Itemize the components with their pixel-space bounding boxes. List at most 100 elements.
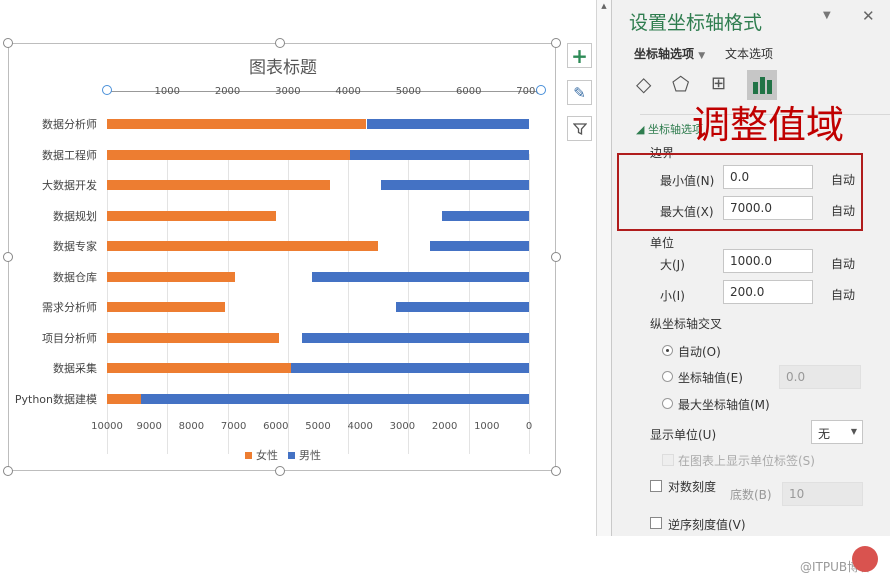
bar-male	[141, 393, 529, 404]
chart-styles-button[interactable]: ✎	[567, 80, 592, 105]
top-axis-tick-label: 5000	[395, 86, 422, 97]
reverse-order-checkbox[interactable]	[650, 517, 662, 529]
major-input[interactable]: 1000.0	[723, 249, 813, 273]
max-label: 最大值(X)	[660, 205, 714, 219]
bar-female	[107, 363, 291, 373]
bar-male	[396, 302, 529, 312]
radio-axis-value-label: 坐标轴值(E)	[678, 371, 743, 385]
bar-female	[107, 119, 367, 129]
scroll-up-icon[interactable]: ▲	[597, 2, 611, 10]
scrollbar[interactable]: ▲	[596, 0, 612, 536]
pane-title: 设置坐标轴格式	[629, 12, 763, 34]
resize-handle[interactable]	[3, 466, 13, 476]
top-axis-tick-label: 6000	[455, 86, 482, 97]
max-auto-button[interactable]: 自动	[831, 202, 855, 219]
legend[interactable]: 女性 男性	[245, 447, 321, 463]
bar-female	[107, 271, 235, 282]
radio-axis-value[interactable]	[662, 371, 673, 382]
legend-label: 男性	[299, 449, 321, 462]
cross-label: 纵坐标轴交叉	[650, 317, 723, 331]
close-icon[interactable]: ✕	[862, 7, 875, 25]
bottom-axis-tick-label: 10000	[91, 421, 123, 432]
axis-handle	[102, 85, 112, 95]
size-properties-icon[interactable]: ⊞	[711, 73, 726, 94]
tab-text-options[interactable]: 文本选项	[725, 45, 773, 62]
bottom-axis-tick-label: 5000	[305, 421, 331, 432]
top-axis-tick-label: 1000	[154, 86, 181, 97]
bottom-axis-tick-label: 6000	[263, 421, 289, 432]
chart-elements-button[interactable]: +	[567, 43, 592, 68]
effects-icon[interactable]: ⬠	[672, 72, 689, 96]
bottom-axis-tick-label: 7000	[220, 421, 247, 432]
minor-auto-button[interactable]: 自动	[831, 286, 855, 303]
resize-handle[interactable]	[275, 466, 285, 476]
gridline	[227, 154, 229, 454]
annotation-text: 调整值域	[692, 103, 845, 147]
radio-auto[interactable]	[662, 345, 673, 356]
base-input[interactable]: 10	[782, 482, 863, 506]
category-label: 数据规划	[53, 209, 97, 223]
resize-handle[interactable]	[3, 252, 13, 262]
category-label: 数据工程师	[42, 148, 97, 162]
resize-handle[interactable]	[551, 466, 561, 476]
resize-handle[interactable]	[275, 38, 285, 48]
fill-line-icon[interactable]: ◇	[636, 72, 651, 96]
display-units-select[interactable]: 无 ▼	[811, 420, 863, 444]
bar-male	[312, 271, 529, 282]
bottom-axis-tick-label: 0	[525, 421, 533, 432]
min-label: 最小值(N)	[660, 174, 715, 188]
reverse-order-label: 逆序刻度值(V)	[668, 518, 746, 532]
min-auto-button[interactable]: 自动	[831, 171, 855, 188]
gridline	[287, 154, 289, 454]
bottom-axis-tick-label: 9000	[136, 421, 162, 432]
category-label: 数据仓库	[53, 270, 97, 284]
bar-male	[430, 241, 529, 251]
plot-area: 0 1000 2000 3000 4000 5000 6000 7000 10000 9000 80…	[9, 44, 557, 472]
bar-male	[290, 363, 529, 373]
log-scale-checkbox[interactable]	[650, 480, 662, 492]
legend-female: 女性	[245, 447, 278, 463]
brush-icon: ✎	[573, 83, 586, 102]
chart-area[interactable]: 图表标题 01000200030004000500060007000100009…	[8, 43, 556, 471]
legend-male: 男性	[288, 447, 321, 463]
units-label: 单位	[650, 236, 675, 250]
watermark-logo	[852, 546, 878, 572]
category-label: 数据分析师	[42, 118, 97, 131]
show-units-checkbox[interactable]	[662, 454, 674, 466]
bar-female	[107, 302, 226, 312]
tab-axis-options[interactable]: 坐标轴选项 ▼	[634, 45, 705, 62]
axis-handle	[536, 85, 546, 95]
radio-auto-label: 自动(O)	[678, 345, 721, 359]
minor-input[interactable]: 200.0	[723, 280, 813, 304]
legend-swatch	[245, 452, 252, 459]
bar-male	[380, 180, 529, 190]
min-input[interactable]: 0.0	[723, 165, 813, 189]
legend-swatch	[288, 452, 295, 459]
category-label: Python数据建模	[14, 392, 97, 406]
bar-male	[442, 210, 529, 221]
bar-female	[107, 332, 279, 343]
radio-max-axis-value[interactable]	[662, 398, 673, 409]
bottom-axis-tick-label: 8000	[178, 421, 205, 432]
bar-female	[107, 241, 379, 251]
axis-value-input[interactable]: 0.0	[779, 365, 861, 389]
max-input[interactable]: 7000.0	[723, 196, 813, 220]
show-units-label: 在图表上显示单位标签(S)	[678, 454, 815, 468]
bar-female	[107, 149, 350, 160]
display-units-label: 显示单位(U)	[650, 428, 717, 442]
bar-male	[366, 119, 529, 129]
top-axis-tick-label: 3000	[275, 86, 301, 97]
major-auto-button[interactable]: 自动	[831, 255, 855, 272]
filter-icon	[572, 122, 587, 135]
pane-options-icon[interactable]: ▼	[823, 10, 831, 21]
chart-filters-button[interactable]	[567, 116, 592, 141]
base-label: 底数(B)	[730, 488, 772, 502]
category-label: 大数据开发	[42, 179, 97, 192]
category-label: 数据专家	[53, 240, 97, 253]
resize-handle[interactable]	[551, 252, 561, 262]
bar-male	[350, 149, 529, 160]
top-axis-tick-label: 2000	[214, 86, 241, 97]
bar-female	[107, 210, 276, 221]
resize-handle[interactable]	[551, 38, 561, 48]
resize-handle[interactable]	[3, 38, 13, 48]
